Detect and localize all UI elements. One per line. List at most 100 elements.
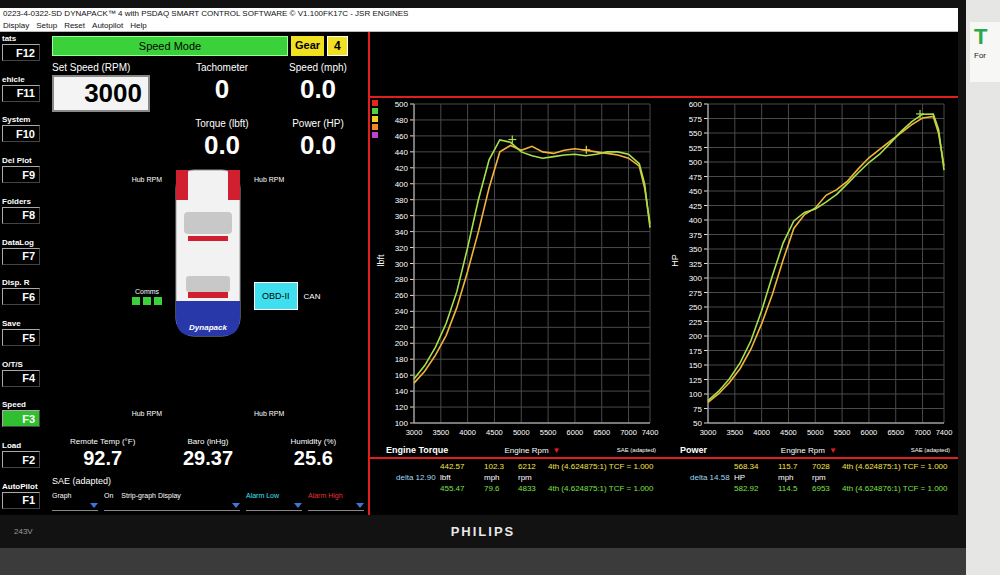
function-key-button[interactable]: F1	[2, 492, 40, 509]
title-bar: 0223-4-0322-SD DYNAPACK™ 4 with PSDAQ SM…	[0, 8, 958, 20]
menu-item[interactable]: Reset	[64, 21, 85, 30]
grid-line	[708, 147, 944, 148]
hub-label: Hub RPM	[254, 410, 284, 417]
function-key-button[interactable]: F4	[2, 370, 40, 387]
menu-item[interactable]: Help	[130, 21, 146, 30]
monitor-model: 243V	[14, 527, 74, 536]
chart-bottom-line	[370, 457, 958, 459]
tick	[704, 321, 708, 322]
menu-item[interactable]: Setup	[36, 21, 57, 30]
function-key[interactable]: FoldersF8	[2, 197, 46, 224]
grid-line	[708, 278, 944, 279]
marker-v	[586, 146, 587, 154]
monitor-chin: 243VPHILIPS	[0, 515, 966, 548]
strip-dropdown-box[interactable]	[104, 501, 240, 511]
readout-value: 6953	[812, 484, 842, 493]
alarm-low-label: Alarm Low	[246, 492, 302, 499]
tick	[410, 199, 414, 200]
function-key[interactable]: SaveF5	[2, 319, 46, 346]
rpm-arrow[interactable]: ▼	[553, 446, 561, 455]
gear-label: Gear	[291, 36, 324, 56]
peak-marker-icon	[916, 110, 924, 118]
grid-line	[708, 350, 944, 351]
function-key-button[interactable]: F12	[2, 44, 40, 61]
readout-value: 4th (4.624876:1) TCF = 1.000	[842, 484, 954, 493]
readout: Speed (mph)0.0	[272, 62, 364, 112]
alarm-high[interactable]: Alarm High	[308, 492, 364, 511]
function-key[interactable]: Disp. RF6	[2, 278, 46, 305]
graph-dropdown[interactable]: Graph	[52, 492, 98, 511]
menu-item[interactable]: Display	[3, 21, 29, 30]
readout-value: 7028	[812, 462, 842, 471]
menu-bar: Display Setup Reset Autopilot Help	[0, 20, 958, 32]
graph-controls: Graph OnStrip-graph Display Alarm Low Alarm…	[52, 492, 364, 511]
function-key-button[interactable]: F11	[2, 85, 40, 102]
function-key[interactable]: Del PlotF9	[2, 156, 46, 183]
grid-line	[708, 104, 944, 105]
charts: 1001201401601802002202402602803003203403…	[370, 98, 958, 443]
grid-line	[414, 183, 650, 184]
sae-label: SAE (adapted)	[52, 476, 364, 486]
readout-value: 568.34	[734, 462, 778, 471]
menu-item[interactable]: Autopilot	[92, 21, 123, 30]
function-key-button[interactable]: F6	[2, 288, 40, 305]
y-tick-label: 525	[689, 144, 703, 153]
dropdown-arrow-icon	[90, 503, 98, 508]
function-key[interactable]: tatsF12	[2, 34, 46, 61]
x-tick-label: 5000	[513, 428, 530, 437]
function-key[interactable]: O/T/SF4	[2, 360, 46, 387]
tick	[410, 263, 414, 264]
function-key[interactable]: SystemF10	[2, 115, 46, 142]
x-tick-label: 3500	[726, 428, 743, 437]
comms-lights	[132, 297, 162, 305]
y-tick-label: 100	[689, 390, 703, 399]
function-key-button[interactable]: F10	[2, 125, 40, 142]
function-key-button[interactable]: F2	[2, 451, 40, 468]
y-tick-label: 475	[689, 173, 703, 182]
function-key-button[interactable]: F5	[2, 329, 40, 346]
control-label: Alarm High	[308, 492, 343, 499]
function-key-button[interactable]: F7	[2, 248, 40, 265]
y-tick-label: 120	[395, 403, 409, 412]
alarm-high-box[interactable]	[308, 501, 364, 511]
dropdown-arrow-icon	[294, 503, 302, 508]
tick	[704, 220, 708, 221]
y-axis	[414, 104, 415, 423]
y-tick-label: 325	[689, 260, 703, 269]
grid-line	[414, 104, 650, 105]
grid-line	[708, 394, 944, 395]
function-key-button[interactable]: F8	[2, 207, 40, 224]
readout-value: 0.0	[300, 75, 336, 104]
y-tick-label: 50	[693, 419, 702, 428]
strip-dropdown[interactable]: OnStrip-graph Display	[104, 492, 240, 511]
y-tick-label: 75	[693, 405, 702, 414]
rpm-arrow[interactable]: ▼	[829, 446, 837, 455]
function-key[interactable]: LoadF2	[2, 441, 46, 468]
function-key-button[interactable]: F9	[2, 166, 40, 183]
grid-line	[414, 407, 650, 408]
x-tick-label: 7400	[936, 428, 953, 437]
tick	[410, 167, 414, 168]
obd-button[interactable]: OBD-II	[254, 282, 298, 310]
grid-line	[708, 423, 944, 424]
grid-line	[440, 104, 441, 423]
function-key[interactable]: DataLogF7	[2, 238, 46, 265]
function-key[interactable]: SpeedF3	[2, 400, 46, 427]
readout-value: 0	[215, 75, 229, 104]
function-key-button[interactable]: F3	[2, 410, 40, 427]
graph-dropdown-box[interactable]	[52, 501, 98, 511]
alarm-low-box[interactable]	[246, 501, 302, 511]
alarm-low[interactable]: Alarm Low	[246, 492, 302, 511]
function-key[interactable]: AutoPilotF1	[2, 482, 46, 509]
function-key[interactable]: ehicleF11	[2, 75, 46, 102]
readout-value: 4th (4.624875:1) TCF = 1.000	[842, 462, 954, 471]
grid-line	[708, 336, 944, 337]
tick	[704, 104, 708, 105]
tick	[704, 307, 708, 308]
set-speed-field[interactable]: 3000	[52, 75, 150, 112]
function-key-label: tats	[2, 34, 46, 43]
tick	[410, 231, 414, 232]
tick	[704, 365, 708, 366]
spacer	[52, 118, 172, 160]
readout-label: Torque (lbft)	[195, 118, 248, 129]
